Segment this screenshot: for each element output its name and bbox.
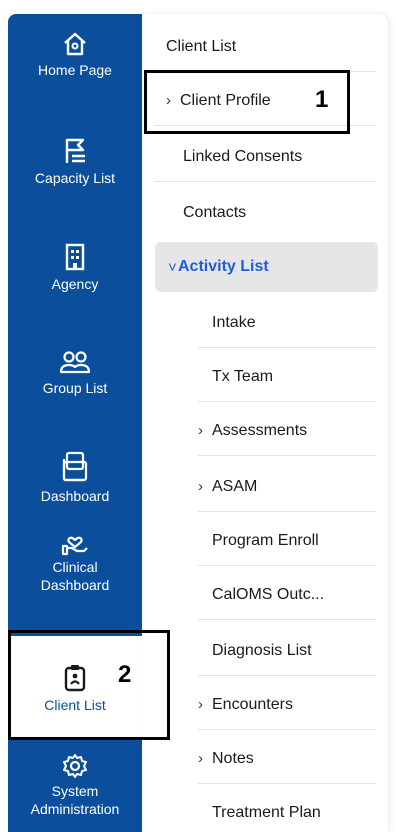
rail-item-home-page[interactable]: Home Page (8, 30, 142, 79)
menu-item-label: Activity List (178, 258, 269, 275)
menu-item-client-list[interactable]: Client List (154, 22, 376, 72)
gear-icon (63, 754, 87, 778)
menu-item-diagnosis-list[interactable]: Diagnosis List (198, 626, 376, 676)
menu-item-program-enroll[interactable]: Program Enroll (198, 516, 376, 566)
menu-item-label: ASAM (212, 477, 258, 495)
callout-number-2: 2 (118, 661, 132, 688)
menu-item-activity-list[interactable]: ˅ Activity List (155, 242, 378, 292)
menu-item-contacts[interactable]: Contacts (154, 188, 376, 238)
dashboard-icon (62, 451, 88, 482)
menu-item-label: Linked Consents (183, 147, 303, 165)
chevron-right-icon: › (198, 478, 203, 495)
rail-item-clinical-dashboard[interactable]: Clinical Dashboard (8, 526, 142, 594)
secondary-menu-panel: Client List › Client Profile Linked Cons… (142, 14, 388, 832)
menu-item-label: Assessments (212, 421, 308, 439)
menu-item-label: Treatment Plan (212, 804, 321, 821)
menu-item-assessments[interactable]: › Assessments (198, 406, 376, 456)
menu-item-label: Notes (212, 749, 254, 767)
rail-item-group-list[interactable]: Group List (8, 348, 142, 397)
rail-item-label: Home Page (38, 62, 112, 78)
menu-item-label: CalOMS Outc... (212, 585, 325, 603)
menu-item-label: Client List (166, 37, 237, 55)
callout-number-1: 1 (315, 86, 329, 113)
callout-box-2 (8, 630, 170, 740)
menu-item-treatment-plan[interactable]: Treatment Plan (198, 788, 376, 832)
menu-item-tx-team[interactable]: Tx Team (198, 352, 376, 402)
rail-item-label: Group List (42, 380, 108, 396)
menu-item-intake[interactable]: Intake (198, 298, 376, 348)
flag-list-icon (65, 138, 85, 163)
chevron-down-icon: ˅ (168, 258, 177, 276)
rail-item-capacity-list[interactable]: Capacity List (8, 136, 142, 187)
menu-item-label: Encounters (212, 695, 293, 713)
rail-item-system-administration[interactable]: System Administration (8, 752, 142, 818)
menu-item-encounters[interactable]: › Encounters (198, 680, 376, 730)
rail-item-label-line2: Dashboard (40, 577, 110, 593)
rail-item-dashboard[interactable]: Dashboard (8, 450, 142, 505)
menu-item-label: Contacts (183, 204, 247, 221)
chevron-right-icon: › (198, 696, 203, 713)
menu-item-label: Diagnosis List (212, 641, 312, 659)
menu-item-label: Tx Team (212, 367, 274, 385)
menu-item-notes[interactable]: › Notes (198, 734, 376, 784)
home-icon (64, 32, 86, 56)
rail-item-label: Capacity List (34, 170, 116, 186)
menu-item-label: Program Enroll (212, 531, 319, 549)
rail-item-label-line1: Clinical (52, 559, 98, 575)
menu-item-asam[interactable]: › ASAM (198, 462, 376, 512)
rail-item-agency[interactable]: Agency (8, 242, 142, 293)
menu-item-linked-consents[interactable]: Linked Consents (154, 132, 376, 182)
rail-item-label-line2: Administration (30, 801, 120, 817)
rail-item-label: Dashboard (40, 488, 110, 504)
menu-item-label: Intake (212, 313, 256, 331)
group-icon (59, 351, 91, 374)
menu-item-caloms-outcomes[interactable]: CalOMS Outc... (198, 570, 376, 620)
chevron-right-icon: › (198, 422, 203, 439)
building-icon (65, 243, 85, 271)
chevron-right-icon: › (198, 750, 203, 767)
rail-item-label-line1: System (51, 783, 99, 799)
rail-item-label: Agency (51, 276, 99, 292)
hand-heart-icon (61, 536, 88, 556)
